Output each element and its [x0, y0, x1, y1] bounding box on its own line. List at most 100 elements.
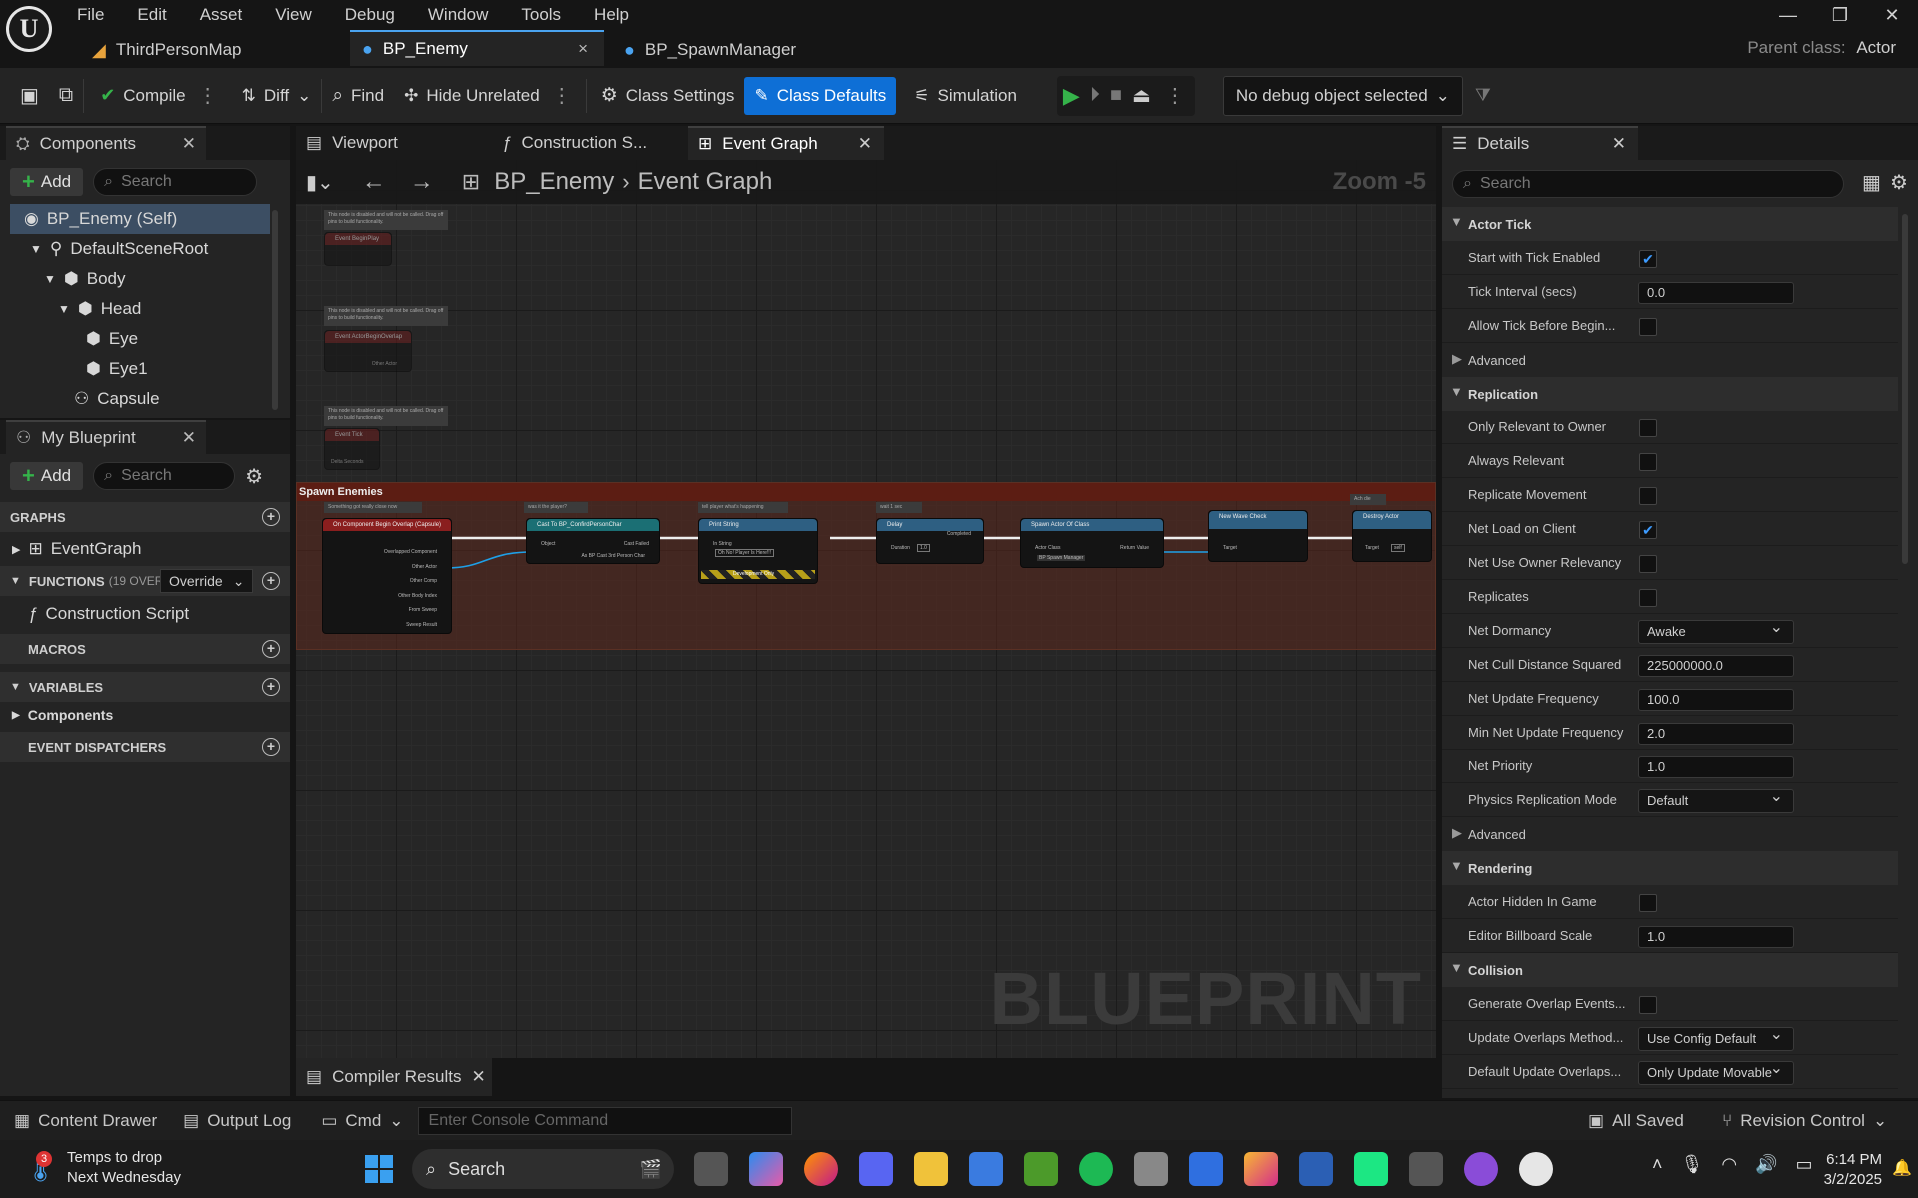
menu-debug[interactable]: Debug [338, 0, 402, 30]
table-view-icon[interactable]: ▦ [1862, 170, 1881, 195]
property-input[interactable]: 1.0 [1638, 926, 1794, 948]
tree-item-body[interactable]: ▼ ⬢ Body [0, 264, 290, 294]
property-checkbox[interactable]: ✔ [1639, 250, 1657, 268]
delay-value[interactable]: 1.0 [917, 544, 930, 552]
minimize-icon[interactable]: — [1762, 5, 1814, 26]
graphs-section[interactable]: GRAPHS + [0, 502, 290, 532]
bookmark-icon[interactable]: ▮⌄ [306, 170, 334, 195]
eject-icon[interactable]: ⏏ [1132, 83, 1151, 108]
event-graph-item[interactable]: ▶ ⊞ EventGraph [0, 532, 290, 566]
github-icon[interactable] [1464, 1152, 1498, 1186]
property-input[interactable]: 225000000.0 [1638, 655, 1794, 677]
property-input[interactable]: 2.0 [1638, 723, 1794, 745]
close-tab-icon[interactable]: ✕ [182, 134, 196, 154]
advanced-expander[interactable]: ▶ Advanced [1442, 343, 1898, 377]
play-options-icon[interactable]: ⋮ [1161, 83, 1189, 108]
details-section[interactable]: ▼ Collision [1442, 953, 1898, 987]
components-search-input[interactable]: ⌕ Search [93, 168, 258, 196]
tree-item-head[interactable]: ▼ ⬢ Head [0, 294, 290, 324]
class-defaults-button[interactable]: ✎ Class Defaults [744, 76, 897, 115]
add-member-button[interactable]: + Add [10, 462, 84, 490]
all-saved-button[interactable]: ▣ All Saved [1588, 1101, 1684, 1141]
compile-button[interactable]: ✔ Compile ⋮ [84, 68, 231, 124]
menu-asset[interactable]: Asset [193, 0, 250, 30]
node-on-component-begin-overlap[interactable]: On Component Begin Overlap (Capsule) Ove… [322, 518, 452, 634]
node-cast-to-character[interactable]: Cast To BP_ConfirdPersonChar Object Cast… [526, 518, 660, 564]
target-self-value[interactable]: self [1391, 544, 1405, 552]
tree-item-defaultsceneroot[interactable]: ▼ ⚲ DefaultSceneRoot [0, 234, 290, 264]
node-delay[interactable]: Delay Duration 1.0 Completed [876, 518, 984, 564]
hide-options-icon[interactable]: ⋮ [548, 83, 576, 108]
components-tab[interactable]: ⛭ Components ✕ [6, 126, 206, 160]
details-section[interactable]: ▼ Rendering [1442, 851, 1898, 885]
step-icon[interactable]: ⏵ [1090, 84, 1100, 107]
tree-item-eye1[interactable]: ⬢ Eye1 [0, 354, 290, 384]
unreal-logo-icon[interactable]: U [6, 6, 52, 52]
tree-item-capsule[interactable]: ⚇ Capsule [0, 384, 290, 414]
gear-icon[interactable]: ⚙ [1890, 170, 1908, 195]
node-new-wave-check[interactable]: New Wave Check Target [1208, 510, 1308, 562]
node-destroy-actor[interactable]: Destroy Actor Target self [1352, 510, 1432, 562]
wifi-icon[interactable]: ◠ [1721, 1154, 1737, 1175]
property-checkbox[interactable] [1639, 318, 1657, 336]
menu-window[interactable]: Window [421, 0, 495, 30]
property-checkbox[interactable] [1639, 894, 1657, 912]
close-window-icon[interactable]: ✕ [1866, 5, 1918, 26]
revision-control-button[interactable]: ⑂ Revision Control ⌄ [1722, 1101, 1887, 1141]
add-graph-icon[interactable]: + [262, 508, 280, 526]
details-scrollbar[interactable] [1902, 214, 1908, 564]
diff-button[interactable]: ⇅ Diff ⌄ [232, 68, 322, 124]
firefox-icon[interactable] [804, 1152, 838, 1186]
components-category[interactable]: ▶ Components [0, 702, 290, 728]
property-checkbox[interactable] [1639, 487, 1657, 505]
add-macro-icon[interactable]: + [262, 640, 280, 658]
hide-unrelated-button[interactable]: ✣ Hide Unrelated ⋮ [394, 68, 586, 124]
property-input[interactable]: 0.0 [1638, 282, 1794, 304]
tab-event-graph[interactable]: ⊞ Event Graph ✕ [688, 126, 884, 160]
add-function-icon[interactable]: + [262, 572, 280, 590]
gear-icon[interactable]: ⚙ [245, 464, 263, 489]
close-tab-icon[interactable]: × [578, 39, 588, 59]
play-icon[interactable]: ▶ [1063, 83, 1080, 109]
property-dropdown[interactable]: Default [1638, 786, 1794, 813]
word-icon[interactable] [1299, 1152, 1333, 1186]
macros-section[interactable]: MACROS + [0, 634, 290, 664]
details-tab[interactable]: ☰ Details ✕ [1442, 126, 1638, 160]
variables-section[interactable]: ▼ VARIABLES + [0, 672, 290, 702]
menu-view[interactable]: View [268, 0, 319, 30]
unity-icon[interactable] [1134, 1152, 1168, 1186]
property-checkbox[interactable] [1639, 419, 1657, 437]
task-view-icon[interactable] [694, 1152, 728, 1186]
add-component-button[interactable]: + Add [10, 168, 84, 196]
event-dispatchers-section[interactable]: EVENT DISPATCHERS + [0, 732, 290, 762]
close-tab-icon[interactable]: ✕ [472, 1067, 486, 1087]
override-dropdown[interactable]: Override ⌄ [160, 569, 254, 593]
functions-section[interactable]: ▼ FUNCTIONS (19 OVERR Override ⌄ + [0, 566, 290, 596]
taskbar-search[interactable]: ⌕ Search 🎬 [412, 1149, 674, 1189]
property-checkbox[interactable] [1639, 996, 1657, 1014]
content-drawer-button[interactable]: ▦ Content Drawer [0, 1101, 157, 1141]
class-settings-button[interactable]: ⚙ Class Settings [587, 68, 745, 124]
property-checkbox[interactable] [1639, 453, 1657, 471]
advanced-expander[interactable]: ▶ Advanced [1442, 817, 1898, 851]
add-variable-icon[interactable]: + [262, 678, 280, 696]
clock[interactable]: 6:14 PM 3/2/2025 [1812, 1150, 1882, 1190]
tree-item-eye[interactable]: ⬢ Eye [0, 324, 290, 354]
stop-icon[interactable]: ■ [1110, 84, 1122, 107]
minecraft-icon[interactable] [1024, 1152, 1058, 1186]
battery-icon[interactable]: ▭ [1796, 1154, 1813, 1175]
details-search-input[interactable]: ⌕ Search [1452, 170, 1844, 198]
property-dropdown[interactable]: Use Config Default [1638, 1024, 1794, 1051]
property-checkbox[interactable] [1639, 589, 1657, 607]
microphone-icon[interactable]: 🎙 [1681, 1154, 1704, 1175]
add-dispatcher-icon[interactable]: + [262, 738, 280, 756]
doc-tab-bp-spawnmanager[interactable]: ● BP_SpawnManager [612, 32, 872, 68]
output-log-button[interactable]: ▤ Output Log [157, 1101, 291, 1141]
compiler-results-tab[interactable]: ▤ Compiler Results ✕ [296, 1058, 492, 1096]
property-dropdown[interactable]: Awake [1638, 617, 1794, 644]
copilot-icon[interactable] [749, 1152, 783, 1186]
menu-help[interactable]: Help [587, 0, 636, 30]
close-tab-icon[interactable]: ✕ [182, 428, 196, 448]
breadcrumb-root[interactable]: BP_Enemy [494, 168, 614, 196]
event-graph-canvas[interactable]: This node is disabled and will not be ca… [296, 160, 1436, 1058]
